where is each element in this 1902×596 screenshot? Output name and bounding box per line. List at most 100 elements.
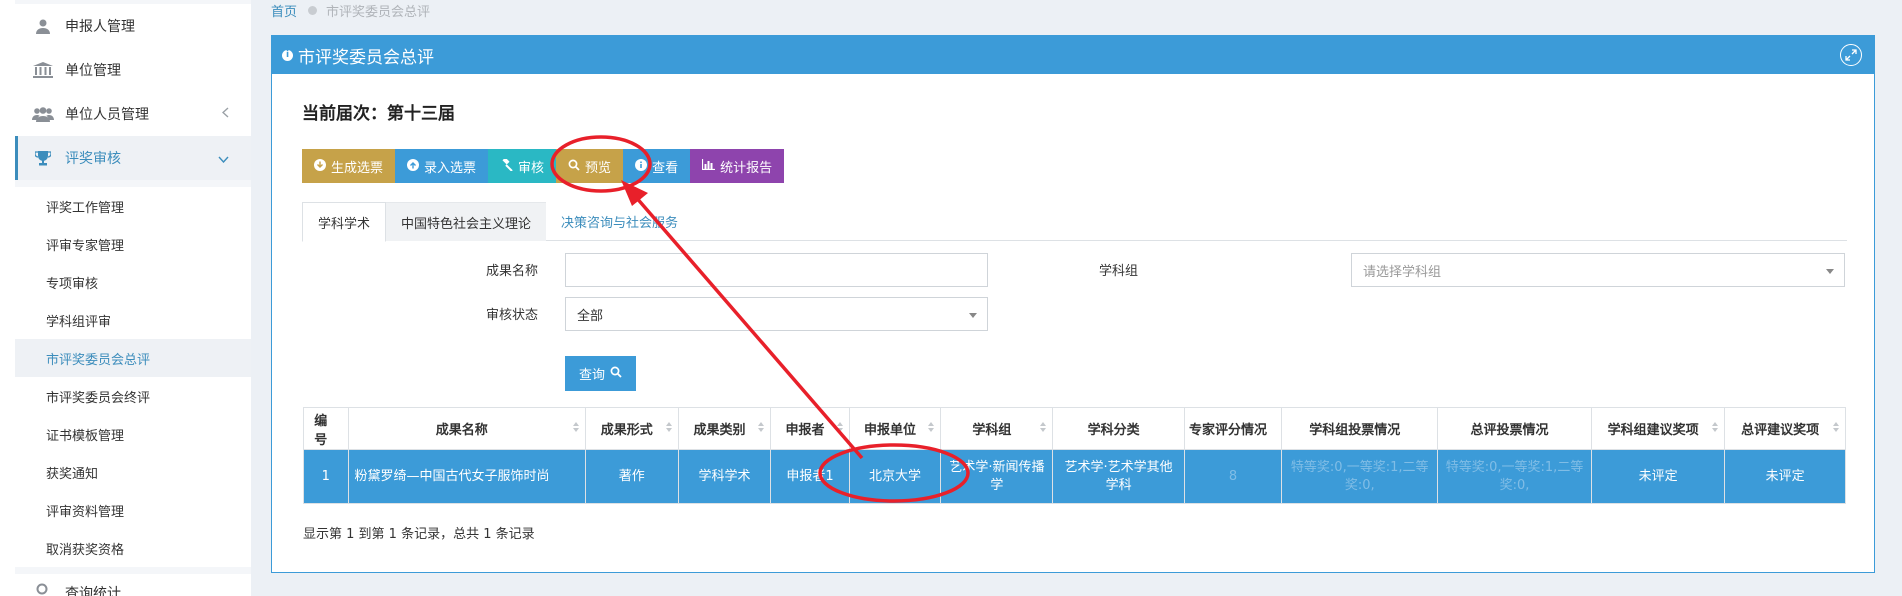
pagination-info: 显示第 1 到第 1 条记录，总共 1 条记录 — [303, 527, 535, 542]
review-button[interactable]: 审核 — [488, 149, 557, 183]
gavel-icon — [500, 156, 513, 174]
panel-header: i 市评奖委员会总评 — [272, 36, 1874, 74]
column-header[interactable]: 申报单位 — [848, 407, 942, 450]
tab-socialism-theory[interactable]: 中国特色社会主义理论 — [386, 202, 547, 241]
sidebar-item-applicant[interactable]: 申报人管理 — [15, 4, 251, 48]
header-label: 总评建议奖项 — [1741, 423, 1820, 438]
sidebar-sub-final-review[interactable]: 市评奖委员会终评 — [15, 377, 251, 415]
current-round-label: 当前届次：第十三届 — [302, 104, 455, 124]
sidebar-item-award-review[interactable]: 评奖审核 — [15, 136, 251, 180]
sidebar-sub-label: 获奖通知 — [46, 466, 99, 482]
sidebar-sub-label: 专项审核 — [46, 276, 99, 292]
subject-group-select[interactable]: 请选择学科组 — [1351, 253, 1845, 287]
header-label: 学科组建议奖项 — [1607, 423, 1699, 438]
breadcrumb-separator — [308, 5, 318, 15]
tab-academic[interactable]: 学科学术 — [302, 202, 387, 242]
review-status-select[interactable]: 全部 — [565, 297, 988, 331]
sidebar-sub-experts[interactable]: 评审专家管理 — [15, 225, 251, 263]
generate-ballot-button[interactable]: 生成选票 — [302, 149, 396, 183]
column-header[interactable]: 学科组投票情况 — [1281, 407, 1439, 450]
column-header[interactable]: 总评建议奖项 — [1724, 407, 1846, 450]
column-header[interactable]: 专家评分情况 — [1183, 407, 1283, 450]
column-header[interactable]: 学科组 — [940, 407, 1054, 450]
upload-icon — [407, 158, 420, 174]
cell-total-suggested-award: 未评定 — [1724, 449, 1846, 504]
search-icon — [610, 366, 622, 381]
cell-group-suggested-award: 未评定 — [1590, 449, 1726, 504]
button-label: 生成选票 — [331, 159, 384, 175]
column-header[interactable]: 总评投票情况 — [1437, 407, 1592, 450]
achievement-name-label: 成果名称 — [485, 264, 538, 279]
user-icon — [29, 19, 57, 34]
header-label: 申报者 — [785, 423, 825, 438]
sidebar-sub-label: 评审专家管理 — [46, 238, 125, 254]
preview-button[interactable]: 预览 — [556, 149, 624, 183]
view-button[interactable]: 查看 — [623, 149, 691, 183]
select-value: 全部 — [577, 308, 604, 324]
sidebar-sub-general-review[interactable]: 市评奖委员会总评 — [15, 339, 251, 377]
sidebar-item-unit[interactable]: 单位管理 — [15, 48, 251, 92]
sort-icon — [1712, 422, 1719, 432]
cell-id: 1 — [303, 449, 349, 504]
chevron-down-icon — [969, 313, 977, 318]
chevron-down-icon — [218, 151, 229, 167]
stats-report-button[interactable]: 统计报告 — [690, 149, 785, 183]
enter-ballot-button[interactable]: 录入选票 — [395, 149, 489, 183]
column-header[interactable]: 申报者 — [770, 407, 850, 450]
sidebar-sub-certificate[interactable]: 证书模板管理 — [15, 415, 251, 453]
cell-achievement-name: 粉黛罗绮—中国古代女子服饰时尚 — [347, 449, 586, 504]
cell-category: 学科学术 — [677, 449, 772, 504]
column-header[interactable]: 学科组建议奖项 — [1590, 407, 1726, 450]
button-label: 查询 — [578, 367, 605, 382]
sidebar-sub-label: 评奖工作管理 — [46, 200, 125, 216]
category-tabs: 学科学术 中国特色社会主义理论 决策咨询与社会服务 — [302, 202, 1847, 242]
sort-icon — [928, 422, 935, 432]
sidebar-sub-materials[interactable]: 评审资料管理 — [15, 491, 251, 529]
column-header[interactable]: 学科分类 — [1052, 407, 1185, 450]
cell-total-votes: 特等奖:0,一等奖:1,二等奖:0, — [1437, 449, 1592, 504]
header-label: 学科组 — [972, 423, 1012, 438]
button-label: 统计报告 — [720, 159, 773, 175]
sidebar-sub-special-review[interactable]: 专项审核 — [15, 263, 251, 301]
sidebar-item-label: 评奖审核 — [65, 151, 121, 167]
chevron-down-icon — [1826, 269, 1834, 274]
subject-group-label: 学科组 — [1098, 264, 1138, 279]
sidebar-item-unit-staff[interactable]: 单位人员管理 — [15, 92, 251, 136]
achievement-name-input[interactable] — [565, 253, 988, 287]
search-icon — [568, 159, 580, 174]
header-label: 成果类别 — [693, 423, 746, 438]
sidebar-sub-label: 学科组评审 — [46, 314, 112, 330]
query-button[interactable]: 查询 — [565, 356, 636, 391]
sort-icon — [1040, 422, 1047, 432]
sidebar-sub-label: 取消获奖资格 — [46, 542, 125, 558]
bar-chart-icon — [701, 159, 716, 173]
info-circle-icon — [635, 158, 648, 174]
sidebar-item-label: 单位管理 — [65, 63, 121, 79]
tab-decision-consulting[interactable]: 决策咨询与社会服务 — [546, 202, 693, 241]
header-label: 申报单位 — [864, 423, 917, 438]
header-label: 成果名称 — [435, 423, 488, 438]
sidebar-edge — [0, 0, 15, 596]
sidebar-sub-cancel[interactable]: 取消获奖资格 — [15, 529, 251, 567]
sidebar-sub-group-review[interactable]: 学科组评审 — [15, 301, 251, 339]
cell-applicant: 申报者1 — [770, 449, 850, 504]
cell-expert-score: 8 — [1183, 449, 1283, 504]
users-icon — [29, 106, 57, 122]
sidebar-sub-award-work[interactable]: 评奖工作管理 — [15, 187, 251, 225]
table-row[interactable]: 1 粉黛罗绮—中国古代女子服饰时尚 著作 学科学术 申报者1 北京大学 艺术学·… — [303, 449, 1846, 504]
column-header[interactable]: 编号 — [303, 407, 349, 450]
sidebar-item-query-stats[interactable]: 查询统计 — [15, 574, 251, 596]
breadcrumb-home[interactable]: 首页 — [271, 1, 297, 20]
button-label: 预览 — [585, 159, 612, 175]
column-header[interactable]: 成果形式 — [584, 407, 679, 450]
column-header[interactable]: 成果名称 — [347, 407, 586, 450]
sidebar-item-label: 查询统计 — [65, 586, 121, 596]
column-header[interactable]: 成果类别 — [677, 407, 772, 450]
trophy-icon — [29, 150, 57, 166]
info-icon: i — [282, 49, 293, 61]
select-placeholder: 请选择学科组 — [1363, 264, 1442, 280]
cell-subject-class: 艺术学·艺术学其他学科 — [1052, 449, 1185, 504]
expand-icon[interactable] — [1840, 44, 1862, 66]
sidebar-sub-notice[interactable]: 获奖通知 — [15, 453, 251, 491]
bank-icon — [29, 62, 57, 78]
